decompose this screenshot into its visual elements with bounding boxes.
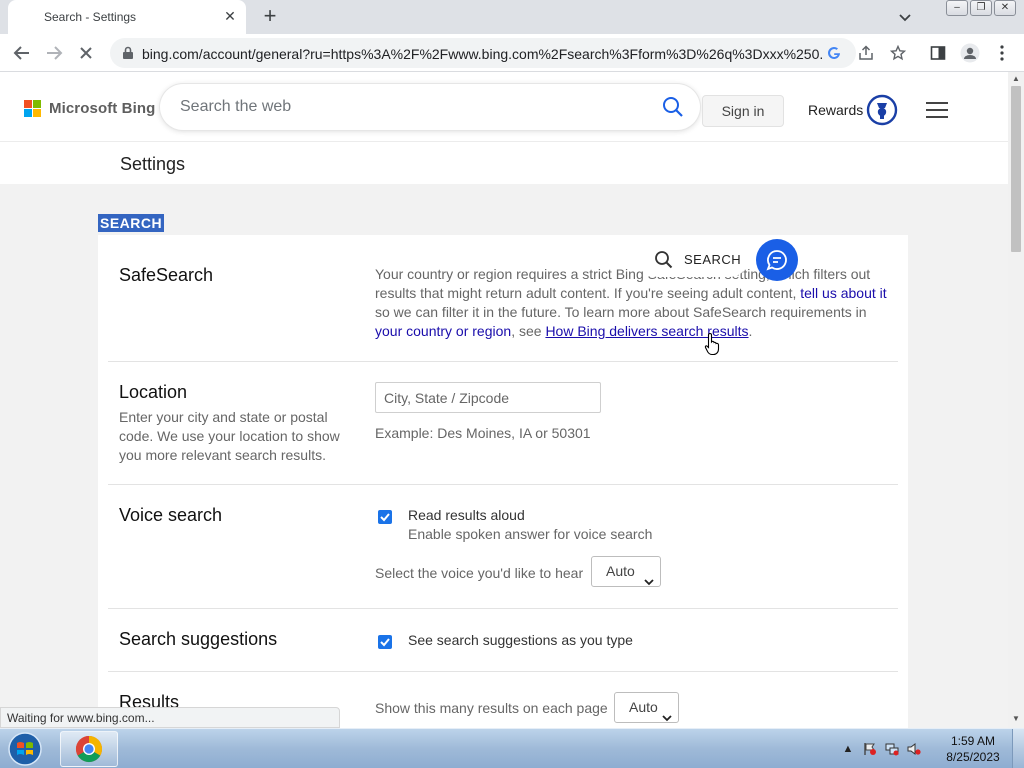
voice-search-title: Voice search — [119, 505, 223, 525]
hand-cursor-icon — [704, 332, 722, 361]
safesearch-description: Your country or region requires a strict… — [375, 265, 890, 341]
sign-in-button[interactable]: Sign in — [702, 95, 784, 127]
read-aloud-label: Read results aloud — [408, 507, 525, 523]
chrome-icon — [75, 735, 103, 763]
safesearch-text: . — [748, 323, 753, 339]
search-box[interactable] — [160, 84, 700, 130]
microsoft-logo-icon — [24, 100, 41, 117]
search-icon — [654, 250, 673, 274]
read-aloud-sublabel: Enable spoken answer for voice search — [408, 526, 653, 542]
search-input[interactable] — [180, 96, 640, 118]
bookmark-star-icon[interactable] — [886, 41, 910, 65]
chat-bubble-button[interactable] — [756, 239, 798, 281]
chevron-down-icon — [644, 567, 654, 596]
url-text[interactable]: bing.com/account/general?ru=https%3A%2F%… — [142, 46, 822, 62]
volume-muted-icon[interactable] — [906, 741, 922, 757]
tab-strip: Search - Settings ✕ + – ❐ ✕ — [0, 0, 1024, 34]
location-input[interactable] — [375, 382, 601, 413]
show-desktop-button[interactable] — [1012, 729, 1024, 768]
safesearch-text: Your country or region requires a strict… — [375, 266, 871, 301]
browser-toolbar: bing.com/account/general?ru=https%3A%2F%… — [0, 34, 1024, 72]
restore-icon[interactable]: ❐ — [970, 0, 992, 16]
location-title: Location — [119, 382, 188, 402]
side-panel-icon[interactable] — [926, 41, 950, 65]
taskbar-chrome-button[interactable] — [60, 731, 118, 767]
bing-logo-text: Microsoft Bing — [49, 100, 156, 117]
window-controls: – ❐ ✕ — [946, 0, 1016, 18]
location-row: Location Enter your city and state or po… — [108, 362, 898, 485]
search-suggestions-label: See search suggestions as you type — [408, 632, 633, 648]
start-button[interactable] — [4, 731, 46, 767]
back-arrow-icon[interactable] — [10, 41, 34, 65]
bing-logo[interactable]: Microsoft Bing — [24, 100, 155, 117]
settings-header: Settings — [0, 142, 1008, 184]
new-tab-button[interactable]: + — [258, 5, 282, 29]
windows-taskbar: ▲ 1:59 AM 8/25/2023 — [0, 728, 1024, 768]
safesearch-title: SafeSearch — [119, 265, 214, 285]
bing-header: Microsoft Bing Sign in Rewards — [0, 72, 1008, 142]
results-select[interactable]: Auto — [614, 692, 679, 723]
voice-select-value: Auto — [606, 563, 635, 579]
action-center-flag-icon[interactable] — [862, 741, 878, 757]
minimize-icon[interactable]: – — [946, 0, 968, 16]
location-example: Example: Des Moines, IA or 50301 — [375, 425, 591, 441]
settings-card: SafeSearch Your country or region requir… — [98, 235, 908, 728]
safesearch-text: so we can filter it in the future. To le… — [375, 304, 867, 320]
page-scrollbar[interactable]: ▲ ▼ — [1008, 72, 1024, 728]
network-icon[interactable] — [884, 741, 900, 757]
location-description: Enter your city and state or postal code… — [119, 409, 340, 463]
search-suggestions-checkbox[interactable] — [378, 635, 392, 649]
floating-search-label: SEARCH — [684, 252, 742, 267]
chat-icon — [766, 250, 787, 271]
lock-icon[interactable] — [122, 46, 134, 65]
scroll-down-icon[interactable]: ▼ — [1012, 714, 1020, 723]
page-title: Settings — [120, 154, 186, 174]
tab-title: Search - Settings — [44, 10, 137, 24]
address-bar[interactable]: bing.com/account/general?ru=https%3A%2F%… — [110, 38, 856, 68]
system-tray: ▲ — [840, 729, 922, 768]
scroll-up-icon[interactable]: ▲ — [1012, 74, 1020, 83]
browser-tab[interactable]: Search - Settings ✕ — [8, 0, 246, 34]
results-select-value: Auto — [629, 699, 658, 715]
loading-status: Waiting for www.bing.com... — [0, 707, 340, 728]
voice-select[interactable]: Auto — [591, 556, 661, 587]
forward-arrow-icon[interactable] — [42, 41, 66, 65]
kebab-menu-icon[interactable] — [990, 41, 1014, 65]
scroll-thumb[interactable] — [1011, 86, 1021, 252]
safesearch-text: , see — [511, 323, 546, 339]
clock-date: 8/25/2023 — [946, 750, 1000, 764]
section-label: SEARCH — [98, 214, 165, 232]
search-suggestions-title: Search suggestions — [119, 629, 278, 649]
tray-expand-icon[interactable]: ▲ — [840, 741, 856, 757]
window-close-icon[interactable]: ✕ — [994, 0, 1016, 16]
share-icon[interactable] — [854, 41, 878, 65]
taskbar-clock[interactable]: 1:59 AM 8/25/2023 — [940, 733, 1006, 765]
search-icon[interactable] — [662, 96, 684, 123]
stop-loading-icon[interactable] — [74, 41, 98, 65]
rewards-link[interactable]: Rewards — [808, 102, 863, 118]
voice-search-row: Voice search Read results aloud Enable s… — [108, 485, 898, 609]
rewards-medal-icon[interactable] — [866, 94, 898, 126]
menu-hamburger-icon[interactable] — [926, 102, 948, 118]
tell-us-link[interactable]: tell us about it — [800, 285, 886, 301]
read-aloud-checkbox[interactable] — [378, 510, 392, 524]
floating-search-button[interactable]: SEARCH — [640, 241, 748, 277]
close-tab-icon[interactable]: ✕ — [222, 8, 238, 24]
region-link[interactable]: your country or region — [375, 323, 511, 339]
tab-search-chevron-icon[interactable] — [894, 6, 916, 28]
google-lens-icon[interactable] — [822, 41, 846, 65]
clock-time: 1:59 AM — [950, 734, 996, 748]
results-prompt: Show this many results on each page — [375, 700, 608, 716]
profile-avatar-icon[interactable] — [958, 41, 982, 65]
search-suggestions-row: Search suggestions See search suggestion… — [108, 609, 898, 672]
voice-select-prompt: Select the voice you'd like to hear — [375, 565, 584, 581]
